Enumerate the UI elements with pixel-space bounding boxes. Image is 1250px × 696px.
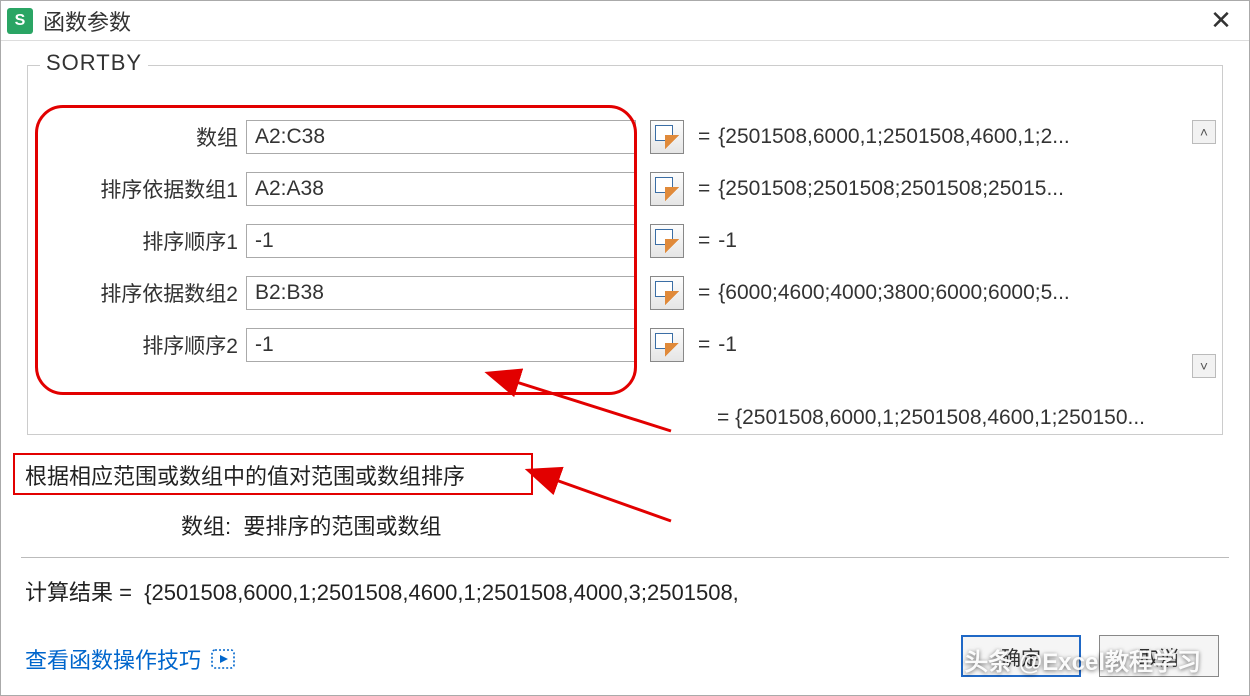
play-icon <box>211 649 235 669</box>
arg-preview: ={6000;4600;4000;3800;6000;6000;5... <box>698 281 1070 305</box>
arg-preview: =-1 <box>698 229 737 253</box>
annotation-arrow-icon <box>541 471 681 537</box>
range-selector-icon[interactable] <box>650 328 684 362</box>
function-description: 根据相应范围或数组中的值对范围或数组排序 <box>25 459 465 491</box>
window-title: 函数参数 <box>43 5 131 37</box>
arg-row-array: 数组 ={2501508,6000,1;2501508,4600,1;2... <box>48 118 1222 156</box>
arguments-fieldset: SORTBY 数组 ={2501508,6000,1;2501508,4600,… <box>27 65 1223 435</box>
calc-result: 计算结果 = {2501508,6000,1;2501508,4600,1;25… <box>25 575 739 607</box>
arg-label: 数组 <box>48 122 246 152</box>
range-selector-icon[interactable] <box>650 120 684 154</box>
arg-preview: =-1 <box>698 333 737 357</box>
range-selector-icon[interactable] <box>650 172 684 206</box>
app-icon: S <box>7 8 33 34</box>
arg-row-order2: 排序顺序2 =-1 <box>48 326 1222 364</box>
titlebar: S 函数参数 ✕ <box>1 1 1249 41</box>
function-name: SORTBY <box>40 50 148 76</box>
scroll-up-button[interactable]: ˄ <box>1192 120 1216 144</box>
argument-description: 数组: 要排序的范围或数组 <box>181 509 441 541</box>
arg-label: 排序顺序1 <box>48 226 246 256</box>
arg-label: 排序顺序2 <box>48 330 246 360</box>
arg-label: 排序依据数组2 <box>48 278 246 308</box>
help-link[interactable]: 查看函数操作技巧 <box>25 643 235 675</box>
array-input[interactable] <box>246 120 636 154</box>
cancel-button[interactable]: 取消 <box>1099 635 1219 677</box>
close-button[interactable]: ✕ <box>1201 5 1241 36</box>
arg-preview: ={2501508,6000,1;2501508,4600,1;2... <box>698 125 1070 149</box>
arg-preview: ={2501508;2501508;2501508;25015... <box>698 177 1064 201</box>
byarray1-input[interactable] <box>246 172 636 206</box>
range-selector-icon[interactable] <box>650 224 684 258</box>
arg-row-order1: 排序顺序1 =-1 <box>48 222 1222 260</box>
scroll-down-button[interactable]: ˅ <box>1192 354 1216 378</box>
order2-input[interactable] <box>246 328 636 362</box>
divider <box>21 557 1229 558</box>
range-selector-icon[interactable] <box>650 276 684 310</box>
arg-row-byarray1: 排序依据数组1 ={2501508;2501508;2501508;25015.… <box>48 170 1222 208</box>
function-result-preview: = {2501508,6000,1;2501508,4600,1;250150.… <box>717 406 1145 430</box>
arg-label: 排序依据数组1 <box>48 174 246 204</box>
byarray2-input[interactable] <box>246 276 636 310</box>
ok-button[interactable]: 确定 <box>961 635 1081 677</box>
arg-row-byarray2: 排序依据数组2 ={6000;4600;4000;3800;6000;6000;… <box>48 274 1222 312</box>
order1-input[interactable] <box>246 224 636 258</box>
